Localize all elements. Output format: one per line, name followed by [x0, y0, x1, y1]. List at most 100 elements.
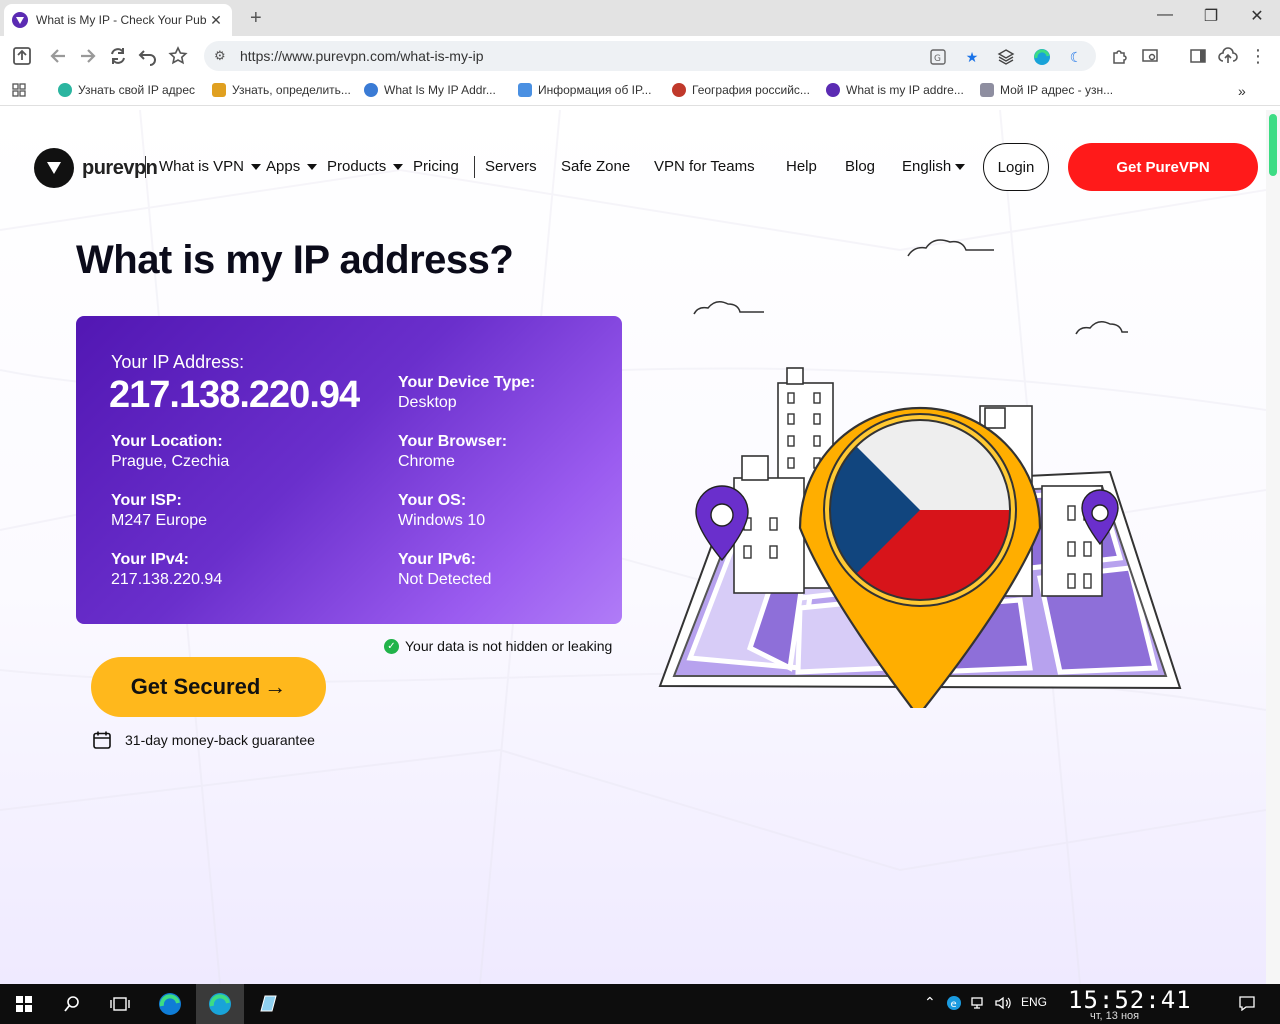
guarantee-text: 31-day money-back guarantee	[125, 732, 315, 748]
reload-icon[interactable]	[106, 44, 130, 68]
new-tab-icon[interactable]: +	[250, 7, 262, 30]
edge-browser-icon[interactable]	[146, 984, 194, 1024]
minimize-icon[interactable]: —	[1142, 6, 1188, 24]
tab-strip: What is My IP - Check Your Pub ✕ + — ❐ ✕	[0, 0, 1280, 36]
start-windows-icon[interactable]	[0, 984, 48, 1024]
ipv4-label: Your IPv4:	[111, 551, 189, 568]
ip-address-label: Your IP Address:	[111, 352, 245, 372]
translate-icon[interactable]: G	[928, 47, 948, 67]
volume-icon[interactable]	[994, 995, 1012, 1014]
page-scrollbar[interactable]	[1266, 110, 1280, 984]
nav-products[interactable]: Products	[327, 158, 404, 175]
nav-label: Blog	[845, 158, 876, 175]
purevpn-favicon-icon	[12, 12, 28, 28]
ipv6-value: Not Detected	[398, 571, 492, 588]
nav-label: What is VPN	[159, 158, 245, 175]
nav-label: VPN for Teams	[654, 158, 755, 175]
nav-safe-zone[interactable]: Safe Zone	[561, 158, 630, 175]
browser-tab-active[interactable]: What is My IP - Check Your Pub ✕	[4, 4, 232, 36]
bookmark-label: Информация об IP...	[538, 83, 652, 97]
nav-blog[interactable]: Blog	[845, 158, 875, 175]
ipv6-label: Your IPv6:	[398, 551, 476, 568]
get-purevpn-button[interactable]: Get PureVPN	[1068, 143, 1258, 191]
bookmark-item[interactable]: Мой IP адрес - узн...	[980, 83, 1113, 97]
bookmark-label: Узнать свой IP адрес	[78, 83, 195, 97]
purevpn-logo[interactable]: purevpn	[34, 148, 158, 188]
bookmark-favicon-icon	[364, 83, 378, 97]
bookmark-label: Мой IP адрес - узн...	[1000, 83, 1114, 97]
language-indicator[interactable]: ENG	[1021, 995, 1047, 1009]
site-info-icon[interactable]: ⚙	[214, 48, 226, 64]
browser-value: Chrome	[398, 453, 455, 470]
device-type-label: Your Device Type:	[398, 374, 536, 391]
upload-icon[interactable]	[10, 44, 34, 68]
get-secured-label: Get Secured	[130, 674, 261, 699]
back-icon[interactable]	[46, 44, 70, 68]
calendar-icon	[93, 731, 111, 749]
close-window-icon[interactable]: ✕	[1234, 6, 1280, 26]
device-type-value: Desktop	[398, 394, 457, 411]
cloud-upload-icon[interactable]	[1216, 44, 1240, 68]
browser-toolbar: ⚙ https://www.purevpn.com/what-is-my-ip …	[0, 36, 1280, 76]
nav-help[interactable]: Help	[786, 158, 817, 175]
location-pin-illustration	[658, 239, 1182, 708]
restore-icon[interactable]: ❐	[1188, 6, 1234, 26]
nav-label: Apps	[266, 158, 301, 175]
undo-icon[interactable]	[136, 44, 160, 68]
extensions-puzzle-icon[interactable]	[1108, 44, 1132, 68]
bookmark-favicon-icon	[826, 83, 840, 97]
nav-pricing[interactable]: Pricing	[413, 158, 459, 175]
bookmark-item[interactable]: Информация об IP...	[518, 83, 651, 97]
nav-divider	[145, 156, 146, 178]
notepad-app-icon[interactable]	[244, 984, 292, 1024]
task-view-icon[interactable]	[96, 984, 144, 1024]
bookmark-label: География российс...	[692, 83, 810, 97]
ip-address-value: 217.138.220.94	[109, 374, 360, 416]
login-button[interactable]: Login	[983, 143, 1049, 191]
language-selector[interactable]: English	[902, 158, 966, 175]
dark-mode-moon-icon[interactable]: ☾	[1066, 47, 1086, 67]
nav-label: English	[902, 158, 952, 175]
bookmark-item[interactable]: What Is My IP Addr...	[364, 83, 496, 97]
bookmark-item[interactable]: What is my IP addre...	[826, 83, 964, 97]
bookmarked-star-icon[interactable]: ★	[962, 47, 982, 67]
address-bar[interactable]: ⚙ https://www.purevpn.com/what-is-my-ip …	[204, 41, 1096, 71]
ip-info-card: Your IP Address: 217.138.220.94 Your Loc…	[76, 316, 622, 624]
bookmarks-bar: Узнать свой IP адрес Узнать, определить.…	[0, 76, 1280, 106]
forward-icon[interactable]	[76, 44, 100, 68]
search-icon[interactable]	[48, 984, 96, 1024]
nav-vpn-for-teams[interactable]: VPN for Teams	[654, 158, 755, 175]
nav-servers[interactable]: Servers	[485, 158, 537, 175]
extension-edge-icon[interactable]	[1032, 47, 1052, 67]
apps-grid-icon[interactable]	[12, 83, 26, 97]
extension-layers-icon[interactable]	[996, 47, 1016, 67]
scrollbar-thumb[interactable]	[1269, 114, 1277, 176]
nav-label: Help	[786, 158, 817, 175]
browser-menu-icon[interactable]: ⋮	[1246, 44, 1270, 68]
clock-date[interactable]: чт, 13 ноя	[1090, 1010, 1139, 1022]
bookmarks-overflow-icon[interactable]: »	[1238, 83, 1246, 99]
notifications-icon[interactable]	[1238, 995, 1256, 1014]
nav-divider	[474, 156, 475, 178]
sidebar-icon[interactable]	[1186, 44, 1210, 68]
bookmark-item[interactable]: Узнать свой IP адрес	[58, 83, 195, 97]
tab-title: What is My IP - Check Your Pub	[36, 13, 207, 27]
bookmark-star-icon[interactable]	[166, 44, 190, 68]
network-icon[interactable]	[970, 995, 988, 1014]
check-circle-icon: ✓	[384, 638, 399, 654]
nav-what-is-vpn[interactable]: What is VPN	[159, 158, 262, 175]
tray-edge-icon[interactable]: e	[946, 995, 962, 1014]
bookmark-item[interactable]: Узнать, определить...	[212, 83, 351, 97]
close-tab-icon[interactable]: ✕	[208, 12, 224, 29]
active-browser-icon[interactable]	[196, 984, 244, 1024]
os-label: Your OS:	[398, 492, 467, 509]
bookmark-item[interactable]: География российс...	[672, 83, 810, 97]
bookmark-label: What Is My IP Addr...	[384, 83, 496, 97]
get-secured-button[interactable]: Get Secured →	[91, 657, 326, 717]
location-value: Prague, Czechia	[111, 453, 230, 470]
bookmark-favicon-icon	[518, 83, 532, 97]
tray-chevron-up-icon[interactable]: ⌃	[924, 994, 936, 1011]
bookmark-favicon-icon	[980, 83, 994, 97]
nav-apps[interactable]: Apps	[266, 158, 318, 175]
tab-search-icon[interactable]	[1138, 44, 1162, 68]
